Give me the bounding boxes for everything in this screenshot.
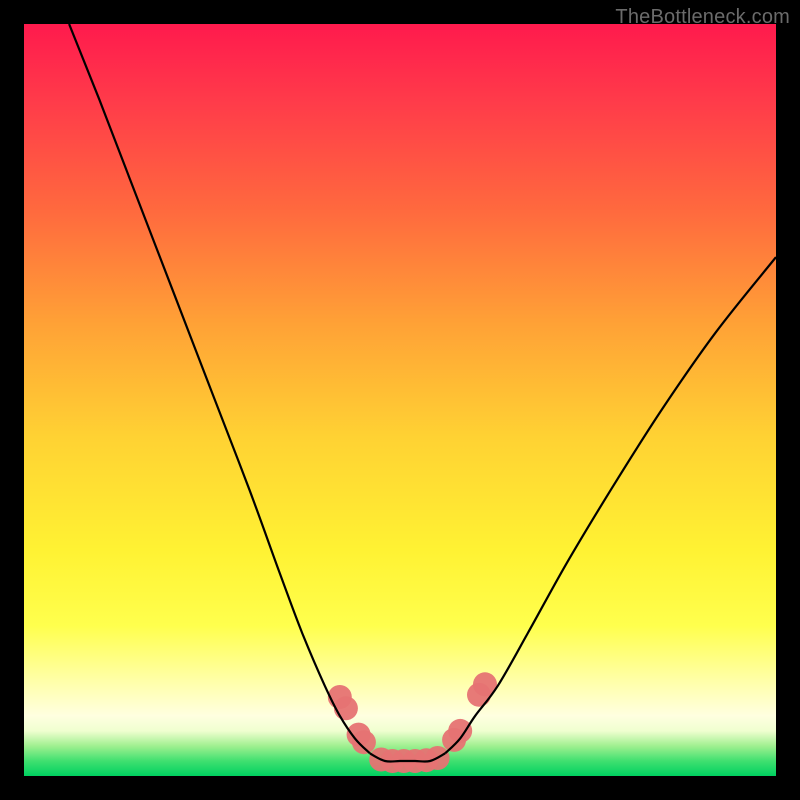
chart-area: [24, 24, 776, 776]
marker-right-upper-1: [467, 683, 491, 707]
curve-left-branch: [69, 24, 370, 753]
watermark: TheBottleneck.com: [615, 6, 790, 29]
marker-layer: [328, 672, 497, 773]
marker-bottom-4: [403, 749, 427, 773]
marker-left-upper-2: [334, 696, 358, 720]
marker-bottom-5: [414, 748, 438, 772]
marker-right-upper-2: [473, 672, 497, 696]
marker-left-upper-1: [328, 685, 352, 709]
marker-bottom-2: [381, 749, 405, 773]
curve-bottom-flat: [370, 753, 445, 761]
curve-right-branch: [445, 257, 776, 753]
marker-bottom-6: [426, 746, 450, 770]
marker-left-lower-1: [347, 723, 371, 747]
marker-right-lower-1: [442, 728, 466, 752]
marker-right-lower-2: [448, 719, 472, 743]
marker-left-lower-2: [352, 730, 376, 754]
marker-bottom-3: [392, 749, 416, 773]
marker-bottom-1: [369, 748, 393, 772]
chart-svg: [24, 24, 776, 776]
